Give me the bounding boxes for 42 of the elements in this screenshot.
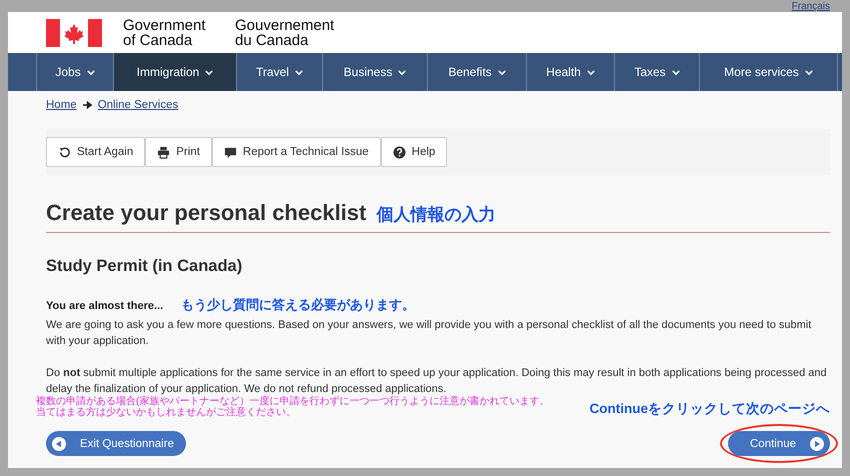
chevron-down-icon <box>586 68 595 76</box>
canada-flag-icon <box>46 18 102 46</box>
continue-button[interactable]: Continue <box>728 431 830 456</box>
government-name: Government of Canada <box>123 18 207 48</box>
paragraph: Do not submit multiple applications for the same service in an effort to speed up your application. Doing this may result in both applications being processed and delay the finalization of your application. We do not refund processed applications. <box>46 366 828 396</box>
nav-menu-item[interactable]: Travel <box>236 53 322 91</box>
exit-questionnaire-button[interactable]: Exit Questionnaire <box>46 431 186 456</box>
annotation-text: もう少し質問に答える必要があります。 <box>181 296 416 314</box>
page-title: Create your personal checklist <box>46 200 366 226</box>
chevron-down-icon <box>294 68 303 76</box>
chevron-down-icon <box>672 68 680 76</box>
chevron-down-icon <box>205 68 214 76</box>
annotation-text: Continueをクリックして次のページへ <box>590 400 830 418</box>
nav-menu-item[interactable]: Health <box>526 53 614 91</box>
chevron-down-icon <box>398 68 406 76</box>
intro-heading: You are almost there... <box>46 300 164 312</box>
nav-menu-item[interactable]: Benefits <box>427 53 526 91</box>
printer-icon <box>157 146 170 158</box>
annotation-text: 当てはまる方は少ないかもしれませんがご注意ください。 <box>36 407 297 418</box>
arrow-right-icon <box>82 100 92 108</box>
government-name-french: Gouvernement du Canada <box>235 18 336 48</box>
annotation-text: 複数の申請がある場合(家族やパートナーなど）一度に申請を行わずに一つ一つ行うように注意が書かれています。 <box>36 396 550 407</box>
restart-icon <box>58 146 71 158</box>
nav-menu-item[interactable]: Business <box>322 53 427 91</box>
breadcrumb-link[interactable]: Online Services <box>98 98 178 110</box>
help-icon <box>392 146 406 158</box>
toolbar-button[interactable]: Start Again <box>46 137 146 167</box>
chevron-down-icon <box>804 68 813 76</box>
page-subtitle: Study Permit (in Canada) <box>46 257 244 276</box>
breadcrumb-link[interactable]: Home <box>46 98 77 110</box>
language-link[interactable]: Français <box>792 1 830 12</box>
nav-menu-item[interactable]: Immigration <box>113 53 236 91</box>
chevron-down-icon <box>498 68 506 76</box>
nav-menu-item[interactable]: Taxes <box>614 53 699 91</box>
speech-bubble-icon <box>224 146 237 158</box>
nav-menu-item[interactable]: More services <box>699 53 838 91</box>
chevron-down-icon <box>86 68 95 76</box>
paragraph: We are going to ask you a few more questions. Based on your answers, we will provide you with a personal checklist of all the documents you need to submit with your application. <box>46 318 812 349</box>
toolbar-button[interactable]: Report a Technical Issue <box>212 137 381 167</box>
toolbar-button[interactable]: Help <box>380 137 448 167</box>
toolbar-button[interactable]: Print <box>145 137 212 167</box>
annotation-text: 個人情報の入力 <box>376 204 496 226</box>
